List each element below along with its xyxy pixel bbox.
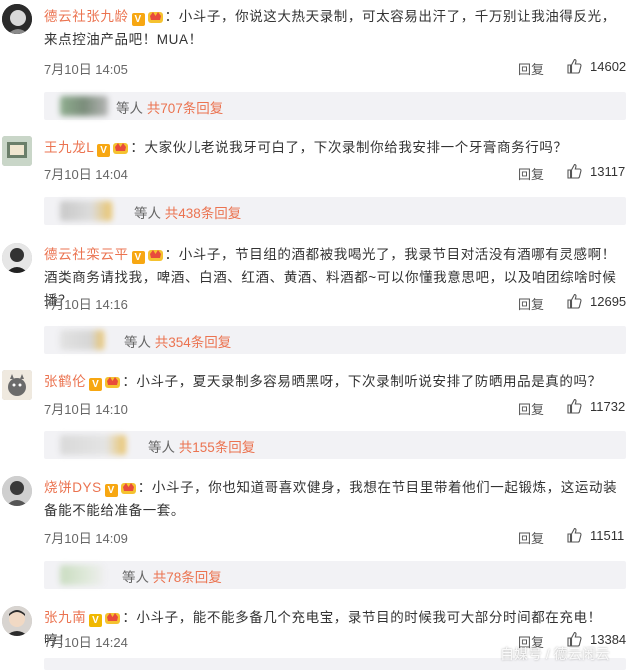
thumbs-up-icon[interactable] [566,293,582,309]
sub-replies-text[interactable]: 等人 共707条回复 [116,97,223,117]
comment-time: 7月10日 14:16 [44,297,128,312]
like-count: 12695 [590,294,627,309]
replier-avatars [60,565,104,585]
replier-avatars [60,330,104,350]
username[interactable]: 德云社张九龄 [44,9,129,24]
sub-replies-bar[interactable]: 等人 共438条回复 [44,197,626,225]
watermark: 自媒号 / 德云闲云 [500,646,610,662]
username[interactable]: 张鹤伦 [44,374,86,389]
avatar[interactable] [2,606,32,636]
comment-time: 7月10日 14:24 [44,635,128,650]
crown-badge-icon [113,143,129,154]
sub-replies-bar[interactable]: 等人 共78条回复 [44,561,626,589]
comment-time: 7月10日 14:09 [44,531,128,546]
like-count: 11732 [590,399,626,414]
username[interactable]: 德云社栾云平 [44,247,129,262]
sub-replies-text[interactable]: 等人 共438条回复 [134,202,241,222]
username[interactable]: 烧饼DYS [44,480,102,495]
verified-icon: V [131,13,145,26]
comment-text-block: 烧饼DYS V ：小斗子，你也知道哥喜欢健身，我想在节目里带着他们一起锻炼，这运动装… [44,476,626,522]
verified-icon: V [89,614,103,627]
avatar[interactable] [2,4,32,34]
reply-button[interactable]: 回复 [518,59,544,78]
comment-text-block: 王九龙L V ：大家伙儿老说我牙可白了，下次录制你给我安排一个牙膏商务行吗？ [44,136,626,159]
thumbs-up-icon[interactable] [566,58,582,74]
crown-badge-icon [105,613,121,624]
sub-replies-text[interactable]: 等人 共155条回复 [148,436,255,456]
verified-icon: V [97,144,111,157]
sub-replies-bar[interactable]: 等人 共707条回复 [44,92,626,120]
crown-badge-icon [105,377,121,388]
avatar[interactable] [2,476,32,506]
replier-avatars [60,435,126,455]
like-count: 14602 [590,59,627,74]
crown-badge-icon [147,12,163,23]
sub-replies-bar[interactable]: 等人 共354条回复 [44,326,626,354]
reply-button[interactable]: 回复 [518,294,544,313]
username[interactable]: 张九南 [44,610,86,625]
sub-replies-text[interactable]: 等人 共78条回复 [122,566,222,586]
comment-text-block: 德云社张九龄 V ：小斗子，你说这大热天录制，可太容易出汗了，千万别让我油得反光，来… [44,5,626,51]
crown-badge-icon [147,250,163,261]
crown-badge-icon [120,483,136,494]
comment-text: ：大家伙儿老说我牙可白了，下次录制你给我安排一个牙膏商务行吗？ [130,140,568,155]
avatar[interactable] [2,136,32,166]
replier-avatars [60,201,112,221]
username[interactable]: 王九龙L [44,140,94,155]
thumbs-up-icon[interactable] [566,527,582,543]
verified-icon: V [89,378,103,391]
comment-time: 7月10日 14:05 [44,62,128,77]
reply-button[interactable]: 回复 [518,528,544,547]
comment-text: ：小斗子，你说这大热天录制，可太容易出汗了，千万别让我油得反光，来点控油产品吧！… [44,9,616,47]
avatar[interactable] [2,370,32,400]
like-count: 13117 [590,164,626,179]
comment-text-block: 张鹤伦 V ：小斗子，夏天录制多容易晒黑呀，下次录制听说安排了防晒用品是真的吗？ [44,370,626,393]
verified-icon: V [104,484,118,497]
sub-replies-bar[interactable]: 等人 共155条回复 [44,431,626,459]
avatar[interactable] [2,243,32,273]
thumbs-up-icon[interactable] [566,163,582,179]
replier-avatars [60,96,108,116]
like-count: 11511 [590,528,625,543]
reply-button[interactable]: 回复 [518,164,544,183]
comment-time: 7月10日 14:04 [44,167,128,182]
thumbs-up-icon[interactable] [566,398,582,414]
sub-replies-text[interactable]: 等人 共354条回复 [124,331,231,351]
comment-text: ：小斗子，夏天录制多容易晒黑呀，下次录制听说安排了防晒用品是真的吗？ [122,374,602,389]
comment-time: 7月10日 14:10 [44,402,128,417]
verified-icon: V [131,251,145,264]
reply-button[interactable]: 回复 [518,399,544,418]
